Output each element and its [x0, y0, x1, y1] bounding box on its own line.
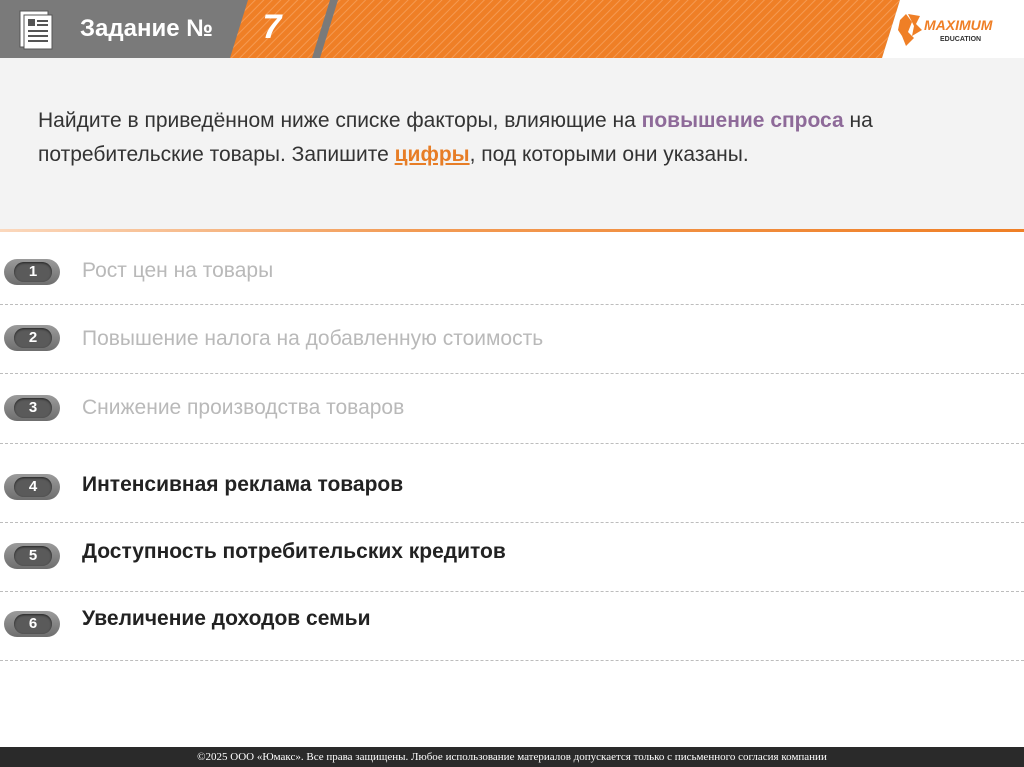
row-separator — [0, 591, 1024, 592]
item-number: 2 — [14, 328, 52, 348]
item-number-badge: 1 — [4, 259, 60, 285]
document-icon — [19, 10, 53, 50]
item-number: 1 — [14, 262, 52, 282]
item-number: 4 — [14, 477, 52, 497]
item-number-badge: 4 — [4, 474, 60, 500]
row-separator — [0, 443, 1024, 444]
task-header: Задание № 7 MAXIMUM EDUCATION — [0, 0, 1024, 58]
row-separator — [0, 304, 1024, 305]
question-highlight-digits: цифры — [394, 143, 470, 166]
question-highlight-demand: повышение спроса — [641, 109, 844, 132]
maximum-logo-icon: MAXIMUM EDUCATION — [898, 14, 993, 46]
question-part3: , под которыми они указаны. — [469, 143, 749, 166]
item-number-badge: 6 — [4, 611, 60, 637]
copyright-footer: ©2025 ООО «Юмакс». Все права защищены. Л… — [0, 747, 1024, 767]
option-item-2[interactable]: Повышение налога на добавленную стоимост… — [82, 327, 543, 351]
item-number-badge: 2 — [4, 325, 60, 351]
orange-divider — [0, 229, 1024, 232]
task-number: 7 — [262, 8, 282, 46]
row-separator — [0, 660, 1024, 661]
item-number: 6 — [14, 614, 52, 634]
row-separator — [0, 522, 1024, 523]
svg-text:EDUCATION: EDUCATION — [940, 36, 981, 43]
row-separator — [0, 373, 1024, 374]
item-number-badge: 5 — [4, 543, 60, 569]
option-item-4[interactable]: Интенсивная реклама товаров — [82, 473, 403, 497]
item-number-badge: 3 — [4, 395, 60, 421]
question-part1: Найдите в приведённом ниже списке фактор… — [38, 109, 642, 132]
svg-text:MAXIMUM: MAXIMUM — [924, 17, 993, 33]
option-item-3[interactable]: Снижение производства товаров — [82, 396, 404, 420]
option-item-6[interactable]: Увеличение доходов семьи — [82, 607, 370, 631]
task-title: Задание № — [80, 15, 213, 42]
item-number: 3 — [14, 398, 52, 418]
option-item-5[interactable]: Доступность потребительских кредитов — [82, 540, 506, 564]
item-number: 5 — [14, 546, 52, 566]
question-text: Найдите в приведённом ниже списке фактор… — [38, 104, 988, 172]
option-item-1[interactable]: Рост цен на товары — [82, 259, 273, 283]
